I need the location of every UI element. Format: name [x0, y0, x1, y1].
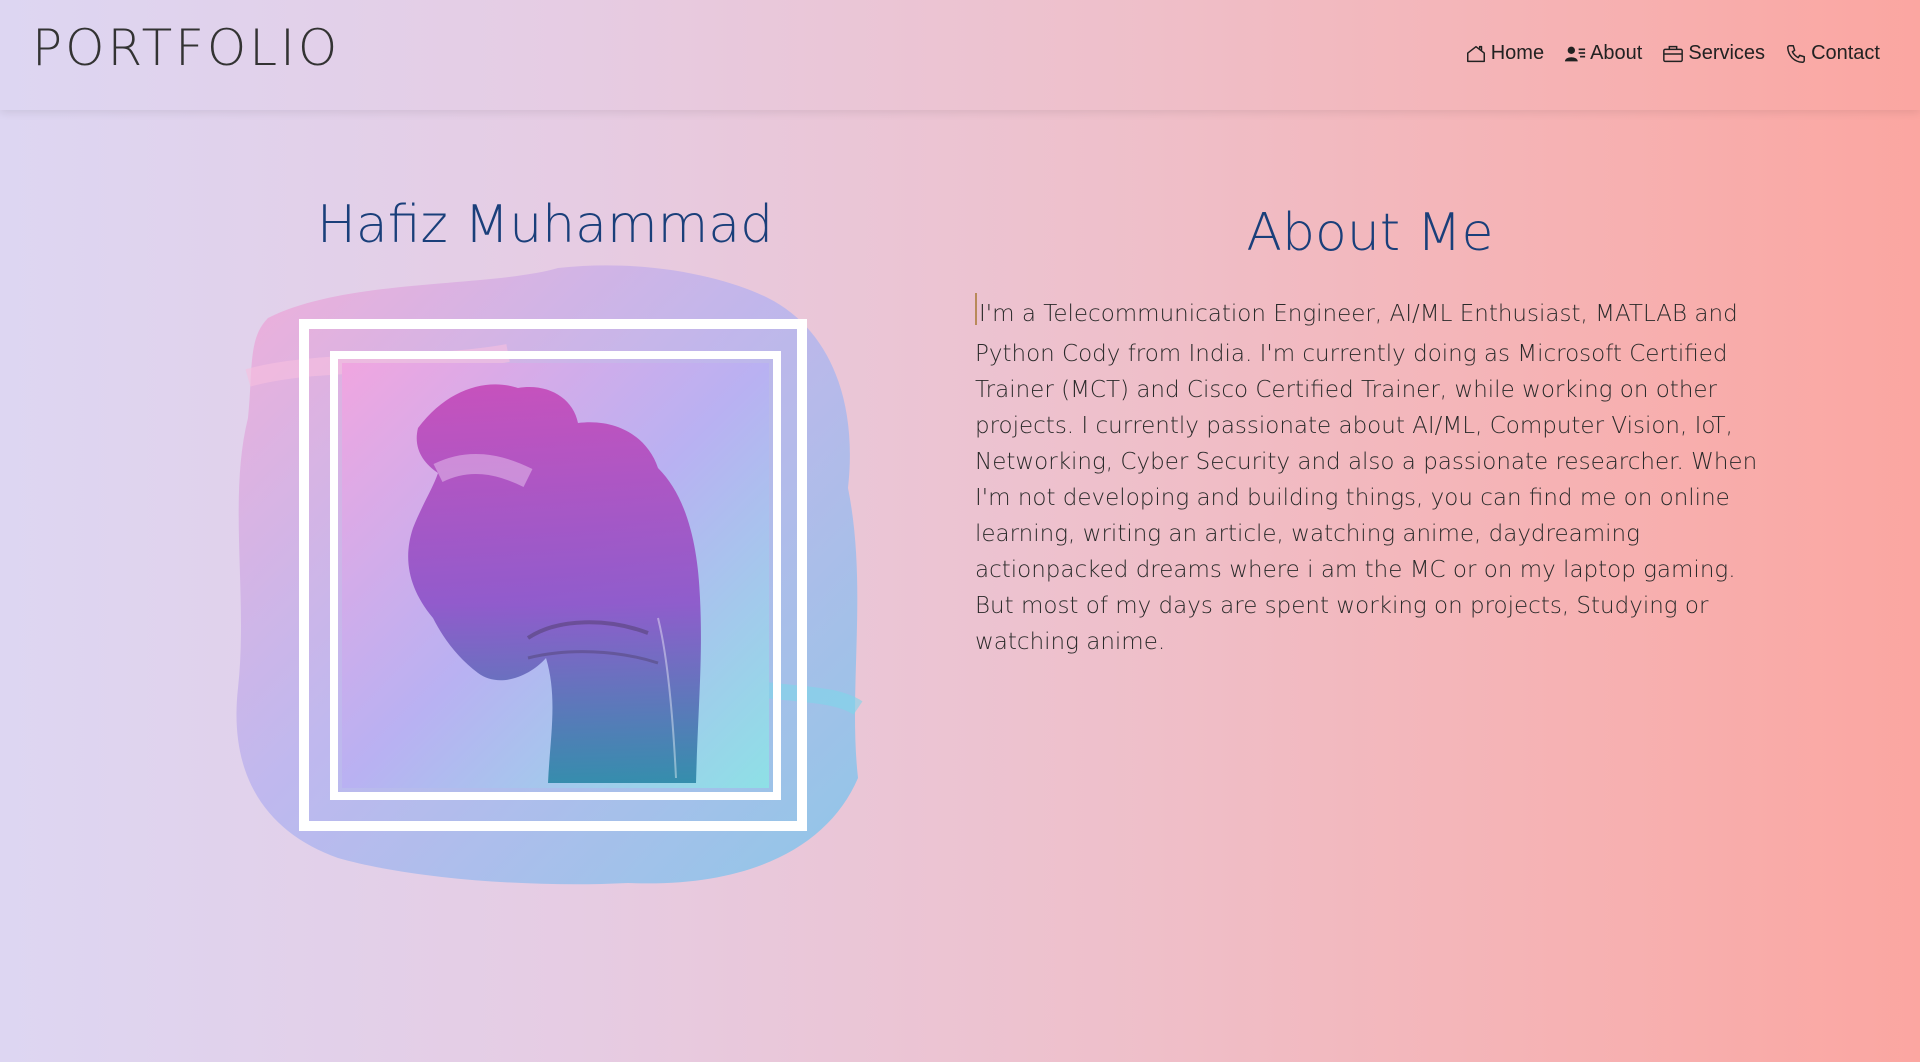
- nav-item-about[interactable]: About: [1564, 42, 1642, 65]
- profile-photo: [228, 258, 868, 890]
- home-icon: [1466, 45, 1485, 62]
- user-details-icon: [1565, 46, 1586, 61]
- navbar: PORTFOLIO Home About Services Contact: [0, 0, 1920, 110]
- typing-cursor: [975, 293, 977, 325]
- about-first-line-text: I'm a Telecommunication Engineer, AI/ML …: [979, 301, 1738, 327]
- nav-item-services[interactable]: Services: [1662, 42, 1765, 65]
- about-first-line: I'm a Telecommunication Engineer, AI/ML …: [975, 293, 1775, 332]
- profile-photo-art: [236, 265, 863, 885]
- about-description: I'm a Telecommunication Engineer, AI/ML …: [975, 293, 1775, 660]
- nav-item-contact[interactable]: Contact: [1785, 42, 1880, 65]
- nav-label-contact: Contact: [1811, 42, 1880, 64]
- nav-label-home: Home: [1490, 42, 1545, 64]
- profile-name: Hafiz Muhammad: [316, 194, 774, 255]
- phone-icon: [1787, 44, 1806, 63]
- nav-item-home[interactable]: Home: [1465, 42, 1544, 65]
- nav-links: Home About Services Contact: [1465, 42, 1880, 65]
- briefcase-icon: [1663, 45, 1684, 62]
- about-body-text: Python Cody from India. I'm currently do…: [975, 341, 1758, 655]
- nav-label-about: About: [1590, 42, 1643, 64]
- brand-logo[interactable]: PORTFOLIO: [32, 18, 340, 78]
- about-title: About Me: [1246, 203, 1494, 264]
- nav-label-services: Services: [1688, 42, 1766, 64]
